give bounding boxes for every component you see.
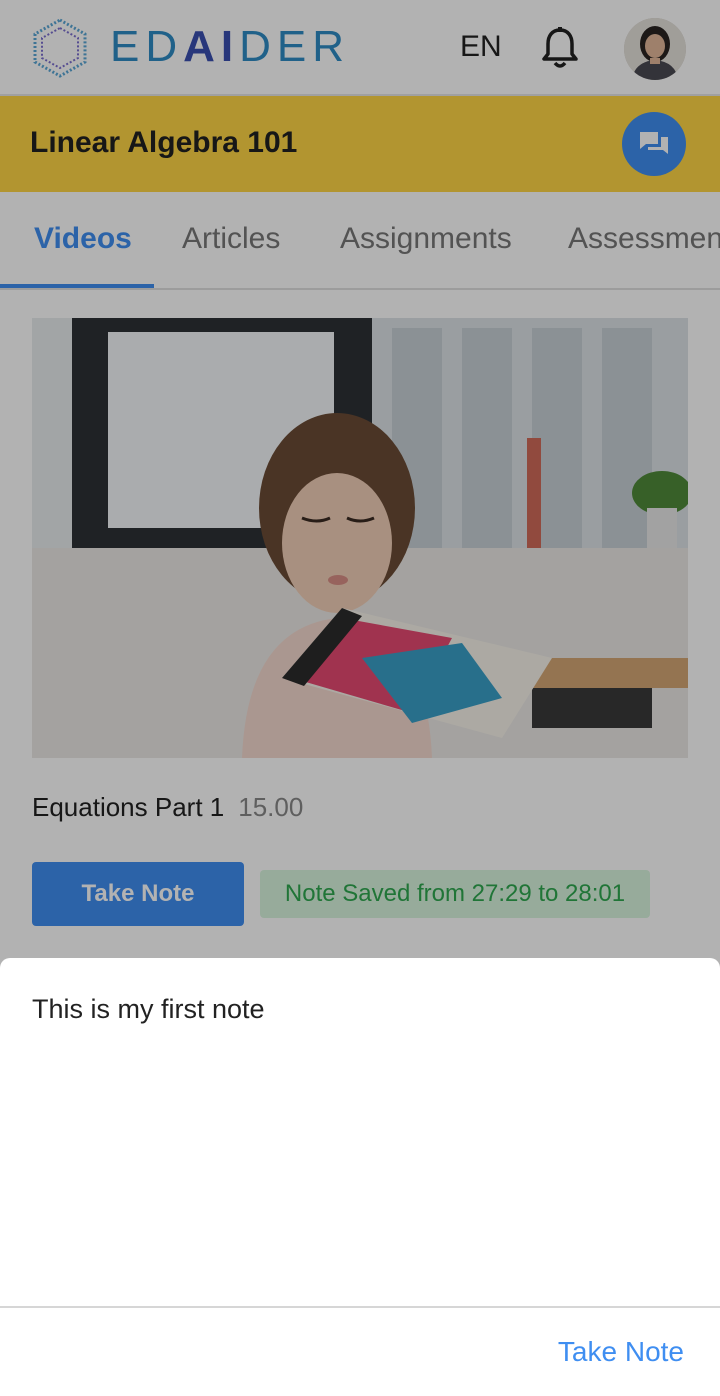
note-bottom-sheet: This is my first note Take Note	[0, 958, 720, 1396]
sheet-take-note-button[interactable]: Take Note	[558, 1336, 684, 1368]
sheet-divider	[0, 1306, 720, 1308]
note-textarea[interactable]: This is my first note	[32, 994, 265, 1025]
page: EDAIDER EN Linear Algebra 101 Videos Art…	[0, 0, 720, 1396]
